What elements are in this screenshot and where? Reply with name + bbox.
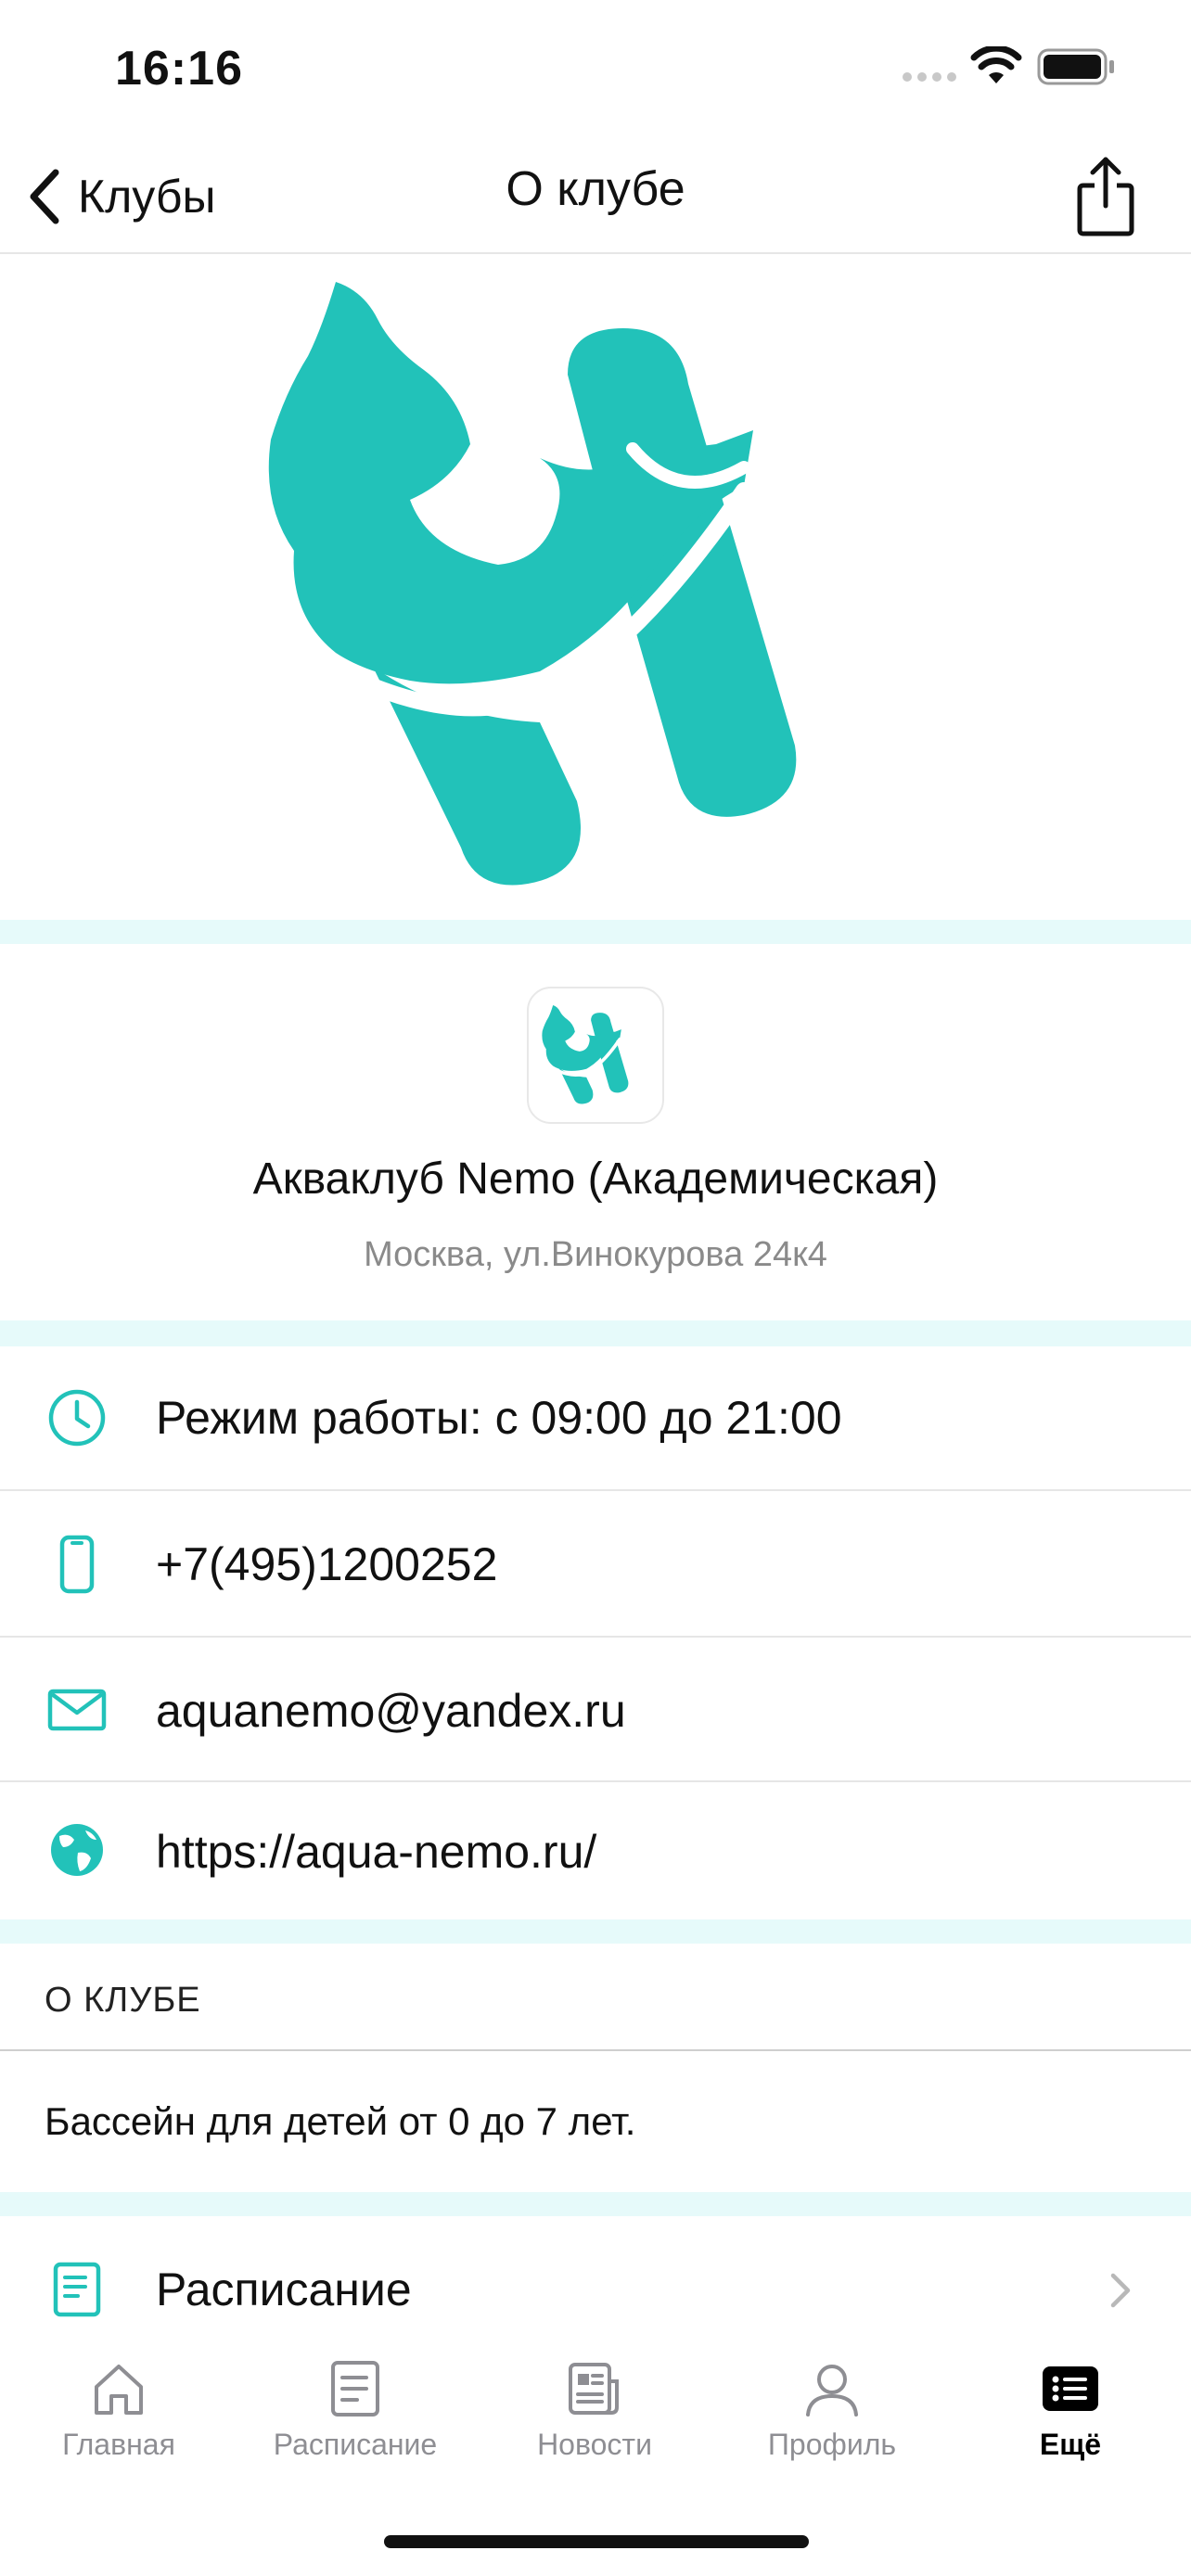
news-icon — [569, 2363, 619, 2415]
club-card: Акваклуб Nemo (Академическая) Москва, ул… — [0, 944, 1191, 1320]
page-title: О клубе — [506, 162, 685, 216]
status-bar: 16:16 — [0, 0, 1191, 139]
tab-label: Расписание — [273, 2428, 438, 2461]
about-text: Бассейн для детей от 0 до 7 лет. — [45, 2099, 636, 2143]
working-hours: Режим работы: с 09:00 до 21:00 — [156, 1392, 842, 1444]
club-logo-small — [542, 1005, 629, 1104]
about-header-label: О КЛУБЕ — [45, 1981, 201, 2020]
club-address: Москва, ул.Винокурова 24к4 — [364, 1235, 827, 1274]
status-time: 16:16 — [115, 42, 243, 96]
about-section-header: О КЛУБЕ — [0, 1944, 1191, 2051]
tab-schedule[interactable]: Расписание — [244, 2359, 467, 2507]
section-separator — [0, 1320, 1191, 1346]
website-link[interactable]: https://aqua-nemo.ru/ — [156, 1825, 596, 1879]
schedule-icon — [331, 2361, 379, 2417]
tab-more[interactable]: Ещё — [959, 2359, 1182, 2507]
mail-icon — [47, 1689, 107, 1731]
email-address[interactable]: aquanemo@yandex.ru — [156, 1684, 626, 1738]
chevron-right-icon — [1110, 2273, 1131, 2308]
wifi-icon — [970, 46, 1022, 83]
section-separator — [0, 2192, 1191, 2216]
navigation-bar: Клубы О клубе — [0, 139, 1191, 254]
tab-home[interactable]: Главная — [7, 2359, 230, 2507]
phone-icon — [59, 1535, 95, 1594]
club-logo-thumbnail — [527, 987, 664, 1124]
more-icon — [1043, 2366, 1098, 2411]
club-name: Акваклуб Nemo (Академическая) — [252, 1154, 939, 1204]
profile-icon — [806, 2365, 858, 2417]
website-row[interactable]: https://aqua-nemo.ru/ — [0, 1782, 1191, 1919]
tab-label: Новости — [537, 2428, 652, 2461]
section-separator — [0, 1919, 1191, 1944]
hours-row: Режим работы: с 09:00 до 21:00 — [0, 1346, 1191, 1491]
schedule-label: Расписание — [156, 2264, 412, 2315]
tab-profile[interactable]: Профиль — [721, 2359, 943, 2507]
club-logo — [268, 282, 797, 886]
email-row[interactable]: aquanemo@yandex.ru — [0, 1638, 1191, 1782]
home-icon — [95, 2365, 143, 2415]
document-icon — [53, 2262, 101, 2317]
tab-news[interactable]: Новости — [483, 2359, 706, 2507]
tab-label: Главная — [62, 2428, 175, 2461]
clock-icon — [48, 1389, 106, 1447]
about-description: Бассейн для детей от 0 до 7 лет. — [0, 2053, 1191, 2192]
globe-icon — [51, 1824, 103, 1876]
share-icon[interactable] — [1072, 154, 1139, 239]
tab-label: Ещё — [1039, 2428, 1102, 2461]
phone-number[interactable]: +7(495)1200252 — [156, 1537, 497, 1591]
section-separator — [0, 920, 1191, 944]
schedule-row[interactable]: Расписание — [0, 2216, 1191, 2355]
phone-row[interactable]: +7(495)1200252 — [0, 1491, 1191, 1638]
signal-icon — [903, 72, 956, 82]
tab-label: Профиль — [767, 2428, 897, 2461]
club-hero-image — [0, 256, 1191, 920]
home-indicator — [384, 2535, 809, 2548]
battery-icon — [1037, 48, 1114, 85]
